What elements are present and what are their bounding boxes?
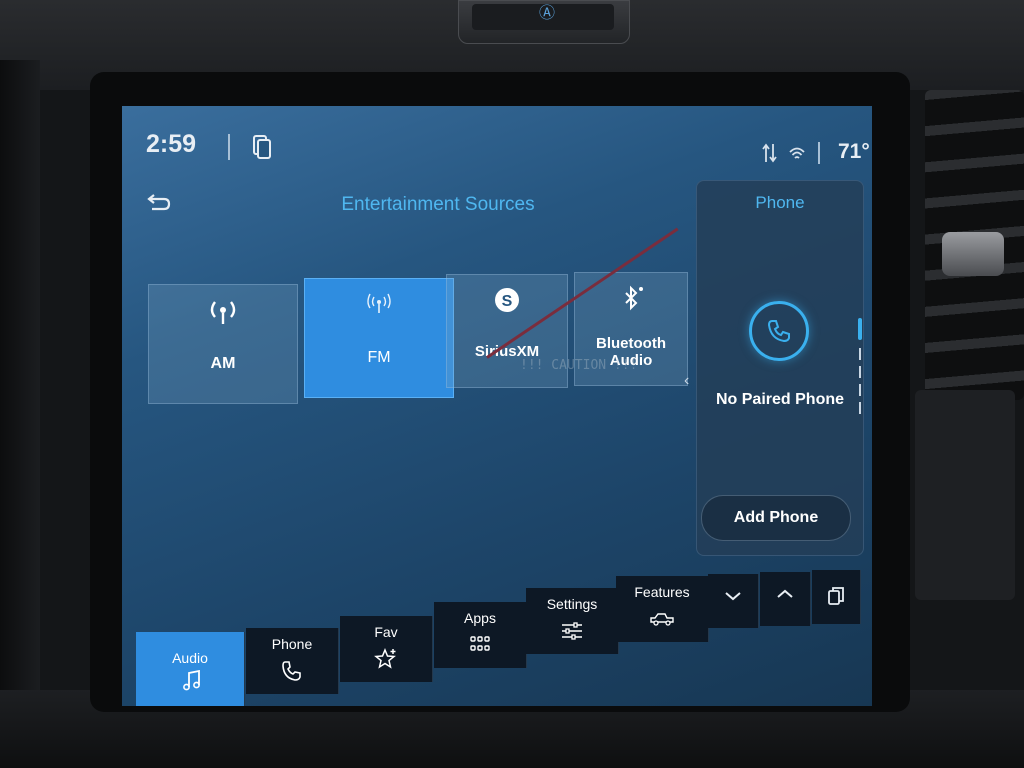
nav-label: Fav <box>374 624 398 640</box>
wifi-icon <box>789 147 805 159</box>
chevron-up-icon[interactable] <box>760 572 811 626</box>
scroll-tick <box>859 384 861 396</box>
source-tile-am[interactable]: AM <box>148 284 298 404</box>
svg-text:S: S <box>502 293 513 310</box>
siriusxm-icon: S <box>495 288 519 312</box>
nav-fav[interactable]: Fav <box>340 616 433 682</box>
signal-icon <box>762 143 777 163</box>
infotainment-screen: 2:59 71° Entertainment Sources AM FM S S… <box>122 106 872 706</box>
status-divider <box>818 142 820 164</box>
nav-label: Settings <box>546 596 598 612</box>
truck-icon <box>650 613 674 626</box>
phone-panel-title: Phone <box>755 193 805 212</box>
scroll-tick <box>859 366 861 378</box>
nav-label: Features <box>634 584 690 600</box>
bottom-nav: Audio Phone Fav Apps Settings Features <box>122 570 872 706</box>
scroll-thumb[interactable] <box>858 318 862 340</box>
nav-settings[interactable]: Settings <box>526 588 619 654</box>
nav-apps[interactable]: Apps <box>434 602 527 668</box>
phone-icon <box>282 661 301 681</box>
source-tile-fm[interactable]: FM <box>304 278 454 398</box>
radio-waves-icon <box>367 293 391 313</box>
pages-icon[interactable] <box>812 570 861 624</box>
add-phone-button[interactable]: Add Phone <box>701 495 851 541</box>
star-plus-icon <box>374 648 396 669</box>
dashboard-left <box>0 60 40 760</box>
nav-label: Phone <box>271 636 313 652</box>
clock: 2:59 <box>146 130 197 158</box>
status-divider <box>228 134 230 160</box>
scroll-tick <box>859 348 861 360</box>
film-caution-text: !!! CAUTION !!! <box>520 358 638 373</box>
sliders-icon <box>562 622 582 640</box>
back-arrow-icon[interactable] <box>146 192 172 212</box>
grid-icon <box>470 636 490 651</box>
vent-knob[interactable] <box>942 232 1004 276</box>
nav-label: Audio <box>172 650 208 666</box>
source-label: FM <box>367 349 391 366</box>
scroll-tick <box>859 402 861 414</box>
page-title: Entertainment Sources <box>341 194 535 215</box>
phone-icon[interactable] <box>749 301 809 361</box>
chevron-down-icon[interactable] <box>708 574 759 628</box>
outside-temperature: 71° <box>838 140 870 163</box>
nav-audio[interactable]: Audio <box>136 632 245 706</box>
dashboard-right-panel <box>915 390 1015 600</box>
nav-phone[interactable]: Phone <box>246 628 339 694</box>
antenna-icon <box>210 301 236 324</box>
nav-label: Apps <box>464 610 496 626</box>
phone-panel: Phone No Paired Phone Add Phone <box>696 180 864 556</box>
music-note-icon <box>183 670 200 691</box>
chevron-left-icon[interactable]: ‹ <box>684 372 689 390</box>
nav-features[interactable]: Features <box>616 576 709 642</box>
phone-projection-icon[interactable] <box>252 134 272 160</box>
bluetooth-icon <box>625 285 643 311</box>
scrollbar[interactable] <box>858 318 862 414</box>
source-label: AM <box>210 355 236 372</box>
auto-icon: Ⓐ <box>538 5 555 22</box>
phone-status: No Paired Phone <box>715 391 845 408</box>
